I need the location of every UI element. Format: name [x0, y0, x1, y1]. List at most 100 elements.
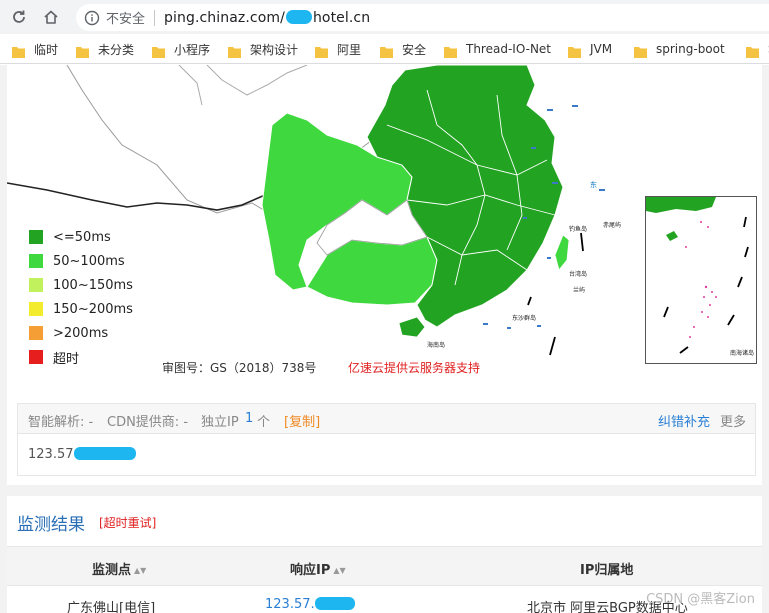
inset-map: [646, 197, 749, 354]
bookmark-item[interactable]: 安全: [380, 40, 426, 58]
bookmark-label: 小程序: [174, 42, 211, 57]
home-button[interactable]: [38, 4, 64, 30]
legend-label: 100~150ms: [53, 277, 133, 293]
home-icon: [44, 10, 58, 24]
folder-icon: [12, 43, 25, 58]
header-response-ip[interactable]: 响应IP ▲▼: [290, 559, 346, 578]
map-approval-number: 审图号：GS（2018）738号: [162, 361, 317, 375]
bookmark-item[interactable]: Thread-IO-Net: [444, 40, 551, 58]
redacted-mask: [73, 447, 136, 460]
header-monitor-point[interactable]: 监测点 ▲▼: [92, 559, 146, 578]
bookmark-label: 未分类: [98, 42, 135, 57]
more-link[interactable]: 更多: [720, 411, 746, 430]
resolved-ip-box: 123.57: [17, 434, 756, 476]
folder-icon: [76, 43, 89, 58]
legend-item: 100~150ms: [29, 273, 133, 297]
map-panel: 东 钓鱼岛 赤尾屿 台湾岛 兰屿 东沙群岛 海南岛 南海诸岛 <=50ms 50…: [7, 65, 762, 485]
info-icon[interactable]: [84, 10, 100, 26]
ip-label: 独立IP: [201, 415, 239, 430]
legend-label: 50~100ms: [53, 253, 125, 269]
cell-response-ip[interactable]: 123.57.: [265, 597, 355, 612]
bookmark-item[interactable]: 架构设计: [228, 40, 298, 58]
label-chiwei: 赤尾屿: [603, 221, 621, 229]
url-suffix: hotel.cn: [312, 9, 371, 26]
legend-label: 超时: [53, 351, 80, 367]
folder-icon: [568, 43, 581, 58]
label-dong: 东: [590, 180, 597, 189]
cell-monitor-point: 广东佛山[电信]: [67, 601, 156, 613]
label-diaoyu: 钓鱼岛: [569, 225, 587, 233]
folder-icon: [315, 43, 328, 58]
sort-icon: ▲▼: [333, 566, 346, 575]
cdn-label: CDN提供商: -: [107, 415, 189, 430]
label-dongsha: 东沙群岛: [512, 314, 536, 322]
region-hainan: [398, 316, 426, 338]
results-table-header: 监测点 ▲▼ 响应IP ▲▼ IP归属地: [7, 546, 762, 586]
redacted-mask: [285, 9, 312, 24]
header-ip-location: IP归属地: [580, 559, 633, 578]
folder-icon: [444, 43, 457, 58]
smart-resolve-label: 智能解析: -: [28, 415, 94, 430]
bookmark-item[interactable]: 临时: [12, 40, 58, 58]
header-label: 响应IP: [290, 563, 331, 578]
sponsor-text[interactable]: 亿速云提供云服务器支持: [348, 359, 480, 376]
label-taiwan: 台湾岛: [569, 270, 587, 278]
header-label: 监测点: [92, 563, 132, 578]
insecure-label: 不安全: [106, 12, 146, 27]
sort-icon: ▲▼: [134, 566, 147, 575]
address-bar[interactable]: 不安全 ping.chinaz.com/hotel.cn: [76, 4, 769, 31]
ip-prefix: 123.57: [28, 447, 74, 462]
bookmark-label: 临时: [34, 42, 59, 57]
legend-swatch: [29, 230, 43, 244]
ip-prefix: 123.57.: [265, 597, 315, 612]
legend-label: 150~200ms: [53, 301, 133, 317]
legend-label: >200ms: [53, 325, 109, 341]
reload-icon: [13, 10, 25, 23]
legend-label: <=50ms: [53, 229, 111, 245]
legend-item: <=50ms: [29, 225, 133, 249]
legend-item: 150~200ms: [29, 297, 133, 321]
legend-swatch: [29, 254, 43, 268]
bookmark-item[interactable]: 阿里: [315, 40, 361, 58]
legend-swatch: [29, 302, 43, 316]
address-separator: [154, 9, 156, 26]
legend-item: 50~100ms: [29, 249, 133, 273]
resolved-ip: 123.57: [28, 447, 136, 462]
bookmark-label: JVM: [590, 42, 613, 56]
reload-button[interactable]: [6, 4, 32, 30]
bookmark-item[interactable]: 小程序: [152, 40, 210, 58]
bookmark-label: spring-boot: [656, 42, 725, 56]
url-prefix: ping.chinaz.com/: [164, 9, 285, 26]
south-china-sea-inset: 南海诸岛: [645, 196, 757, 364]
latency-legend: <=50ms 50~100ms 100~150ms 150~200ms >200ms 超时: [29, 225, 133, 369]
folder-icon: [152, 43, 165, 58]
bookmark-item[interactable]: JVM: [568, 40, 612, 58]
csdn-watermark: CSDN @黑客Zion: [646, 592, 755, 607]
bookmark-label: 架构设计: [250, 42, 299, 57]
url-text[interactable]: ping.chinaz.com/hotel.cn: [164, 9, 371, 26]
results-title: 监测结果: [17, 515, 85, 535]
legend-swatch: [29, 350, 43, 364]
bookmark-label: Thread-IO-Net: [466, 42, 552, 56]
bookmark-label: 阿里: [337, 42, 362, 57]
resolve-info-bar: 智能解析: - CDN提供商: - 独立IP 1 个 [复制] 纠错补充 更多: [17, 403, 756, 434]
legend-swatch: [29, 326, 43, 340]
retry-timeout-button[interactable]: [超时重试]: [99, 514, 156, 531]
inset-caption: 南海诸岛: [729, 350, 754, 357]
bookmark-item[interactable]: 未分类: [76, 40, 134, 58]
legend-swatch: [29, 278, 43, 292]
copy-button[interactable]: [复制]: [284, 411, 320, 430]
legend-item: 超时: [29, 345, 133, 369]
folder-icon: [634, 43, 647, 58]
browser-toolbar: 不安全 ping.chinaz.com/hotel.cn: [0, 0, 769, 34]
bookmark-item[interactable]: S: [746, 40, 769, 58]
label-lanyu: 兰屿: [573, 286, 585, 294]
ip-unit: 个: [257, 415, 271, 430]
report-link[interactable]: 纠错补充: [658, 411, 710, 430]
label-hainan: 海南岛: [427, 341, 445, 349]
ip-count[interactable]: 1: [245, 411, 253, 426]
bookmark-label: 安全: [402, 42, 427, 57]
bookmarks-bar: 临时 未分类 小程序 架构设计 阿里 安全 Thread-IO-Net JVM …: [0, 34, 769, 64]
folder-icon: [746, 43, 759, 58]
bookmark-item[interactable]: spring-boot: [634, 40, 725, 58]
